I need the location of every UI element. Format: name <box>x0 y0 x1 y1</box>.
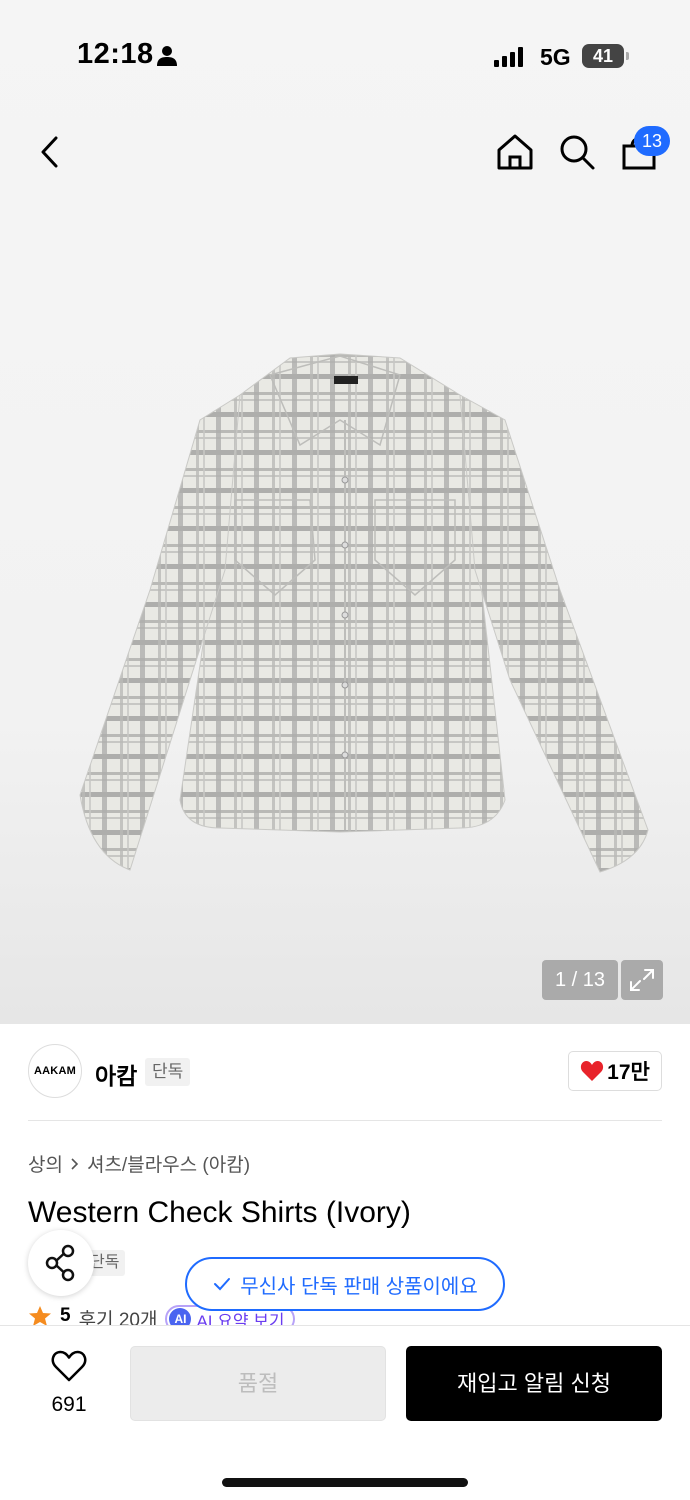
brand-like-button[interactable]: 17만 <box>568 1051 662 1091</box>
person-icon <box>157 46 177 66</box>
network-label: 5G <box>540 44 571 70</box>
home-indicator <box>222 1478 468 1487</box>
image-counter: 1 / 13 <box>542 960 618 1000</box>
product-title: Western Check Shirts (Ivory) <box>28 1196 411 1229</box>
check-icon <box>214 1278 231 1291</box>
battery-tip <box>626 52 629 60</box>
breadcrumb: 상의 셔츠/블라우스 (아캄) <box>28 1150 250 1177</box>
battery-icon: 41 <box>582 44 624 68</box>
breadcrumb-category[interactable]: 상의 <box>28 1150 63 1177</box>
soldout-button: 품절 <box>130 1346 386 1421</box>
brand-name[interactable]: 아캄 <box>95 1057 137 1091</box>
star-icon <box>29 1306 51 1325</box>
brand-exclusive-tag: 단독 <box>145 1058 191 1086</box>
brand-row[interactable]: AAKAM 아캄 단독 17만 <box>28 1044 662 1100</box>
chevron-right-icon <box>71 1157 79 1170</box>
bottom-action-bar: 691 품절 재입고 알림 신청 <box>0 1325 690 1500</box>
review-count[interactable]: 후기 20개 <box>79 1305 158 1325</box>
product-image <box>79 353 649 873</box>
wishlist-button[interactable]: 691 <box>40 1350 98 1417</box>
brand-like-count: 17만 <box>607 1061 650 1084</box>
status-bar: 12:18 5G 41 <box>0 0 690 110</box>
expand-icon[interactable] <box>621 960 663 1000</box>
home-icon[interactable] <box>494 130 536 174</box>
signal-icon <box>494 47 523 67</box>
product-image-gallery[interactable]: 12:18 5G 41 13 1 / 13 <box>0 0 690 1024</box>
back-arrow-icon[interactable] <box>30 130 70 174</box>
brand-logo[interactable]: AAKAM <box>28 1044 82 1098</box>
status-time: 12:18 <box>77 38 154 70</box>
search-icon[interactable] <box>556 130 598 174</box>
wishlist-count: 691 <box>51 1393 87 1416</box>
restock-alert-button[interactable]: 재입고 알림 신청 <box>406 1346 662 1421</box>
breadcrumb-subcategory[interactable]: 셔츠/블라우스 (아캄) <box>87 1150 250 1177</box>
rating-score: 5 <box>60 1305 71 1325</box>
heart-icon <box>581 1061 604 1081</box>
share-button[interactable] <box>28 1230 94 1296</box>
exclusive-toast: 무신사 단독 판매 상품이에요 <box>185 1257 505 1311</box>
ai-badge: AI <box>169 1308 192 1325</box>
heart-icon <box>51 1350 87 1382</box>
divider <box>28 1120 662 1121</box>
toast-message: 무신사 단독 판매 상품이에요 <box>240 1275 478 1298</box>
cart-count-badge: 13 <box>634 126 670 156</box>
share-icon <box>45 1244 75 1282</box>
